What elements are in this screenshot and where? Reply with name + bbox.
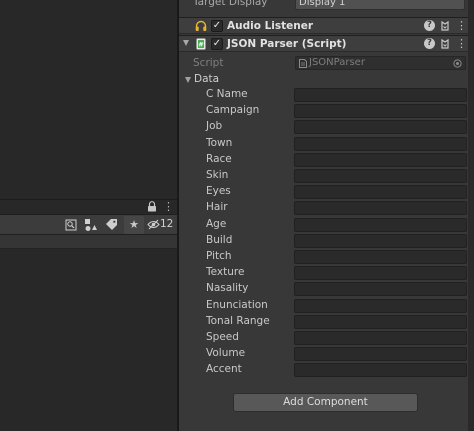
target-display-dropdown[interactable]: Display 1 [295,0,465,10]
field-row: Volume [179,346,468,362]
field-input[interactable] [294,169,467,183]
json-parser-header[interactable]: # ✓ JSON Parser (Script) ? ⋮ [179,35,468,52]
audio-listener-enabled-checkbox[interactable]: ✓ [211,20,223,32]
field-row: Nasality [179,281,468,297]
field-row: Texture [179,265,468,281]
target-display-label: Target Display [193,0,268,8]
help-icon[interactable]: ? [424,38,435,49]
field-row: Job [179,119,468,135]
field-label: Enunciation [206,298,268,311]
data-label: Data [194,73,220,85]
target-display-value: Display 1 [299,0,346,8]
hierarchy-scene-row[interactable] [0,235,177,249]
field-input[interactable] [294,298,467,313]
object-picker-icon[interactable] [453,59,462,68]
field-row: Speed [179,330,468,346]
field-input[interactable] [294,120,467,135]
field-label: Job [206,120,223,133]
data-foldout[interactable]: Data [179,72,468,88]
scene-view-area [0,0,177,199]
script-row: Script JSONParser [179,55,468,71]
foldout-arrow-icon[interactable] [183,40,189,46]
script-file-icon: # [196,38,206,50]
field-label: Texture [206,266,245,279]
field-label: Skin [206,169,229,181]
field-row: Skin [179,168,468,184]
field-input[interactable] [294,88,467,102]
field-input[interactable] [294,250,467,264]
json-parser-enabled-checkbox[interactable]: ✓ [211,38,223,50]
field-row: Eyes [179,184,468,200]
hierarchy-toolbar: ★ 12 [0,214,177,235]
field-row: Pitch [179,249,468,265]
headphones-icon [195,20,207,31]
field-label: Accent [206,363,242,376]
star-icon: ★ [129,218,139,231]
lock-icon[interactable] [147,201,157,212]
add-component-button[interactable]: Add Component [233,393,418,412]
inspector-panel: Target Display Display 1 ✓ Audio Listene… [179,0,468,431]
field-input[interactable] [294,266,467,281]
field-input[interactable] [294,282,467,297]
audio-listener-title: Audio Listener [227,20,314,32]
filter-by-type-icon[interactable] [84,218,98,232]
field-input[interactable] [294,152,467,167]
component-menu-icon[interactable]: ⋮ [456,37,467,51]
hierarchy-content [0,235,177,431]
label-tag-icon[interactable] [105,218,118,231]
field-label: Nasality [206,282,249,295]
field-input[interactable] [294,201,467,216]
help-icon[interactable]: ? [424,20,435,31]
field-input[interactable] [294,347,467,362]
field-row: Enunciation [179,298,468,314]
field-row: Build [179,233,468,249]
component-menu-icon[interactable]: ⋮ [456,19,467,33]
field-input[interactable] [294,314,467,329]
favorites-button[interactable]: ★ [124,216,144,234]
field-row: Race [179,152,468,168]
field-input[interactable] [294,217,467,232]
field-label: Build [206,233,233,246]
field-row: Town [179,136,468,152]
field-row: Age [179,217,468,233]
script-label: Script [193,57,224,69]
field-label: Volume [206,347,246,360]
field-input[interactable] [294,136,467,151]
field-row: Hair [179,200,468,216]
script-object-field[interactable]: JSONParser [295,56,466,70]
field-label: Eyes [206,185,231,198]
inspector-scrollbar[interactable] [468,0,474,431]
field-label: Tonal Range [206,314,270,327]
field-input[interactable] [294,233,467,248]
field-label: Town [206,136,233,149]
field-label: Race [206,152,232,165]
field-row: Campaign [179,103,468,119]
field-label: Speed [206,331,239,343]
hidden-count: 12 [160,218,174,230]
preset-icon[interactable] [440,39,450,49]
scene-search-icon[interactable] [65,219,77,231]
svg-text:#: # [198,41,203,49]
field-label: Campaign [206,104,260,117]
field-label: Hair [206,201,228,214]
script-value: JSONParser [309,57,365,68]
field-label: Pitch [206,250,232,262]
field-input[interactable] [294,185,467,200]
field-label: C Name [206,88,248,100]
hidden-objects-icon[interactable] [147,219,160,230]
script-document-icon [299,59,307,68]
preset-icon[interactable] [440,21,450,31]
audio-listener-header[interactable]: ✓ Audio Listener ? ⋮ [179,17,468,34]
field-input[interactable] [294,104,467,119]
json-parser-title: JSON Parser (Script) [227,38,347,50]
field-label: Age [206,217,227,230]
field-row: Tonal Range [179,314,468,330]
target-display-row: Target Display Display 1 [179,0,468,12]
field-row: C Name [179,87,468,103]
field-input[interactable] [294,363,467,378]
field-row: Accent [179,362,468,378]
data-foldout-arrow-icon[interactable] [185,77,191,83]
panel-menu-icon[interactable]: ⋮ [163,201,174,212]
field-input[interactable] [294,331,467,345]
